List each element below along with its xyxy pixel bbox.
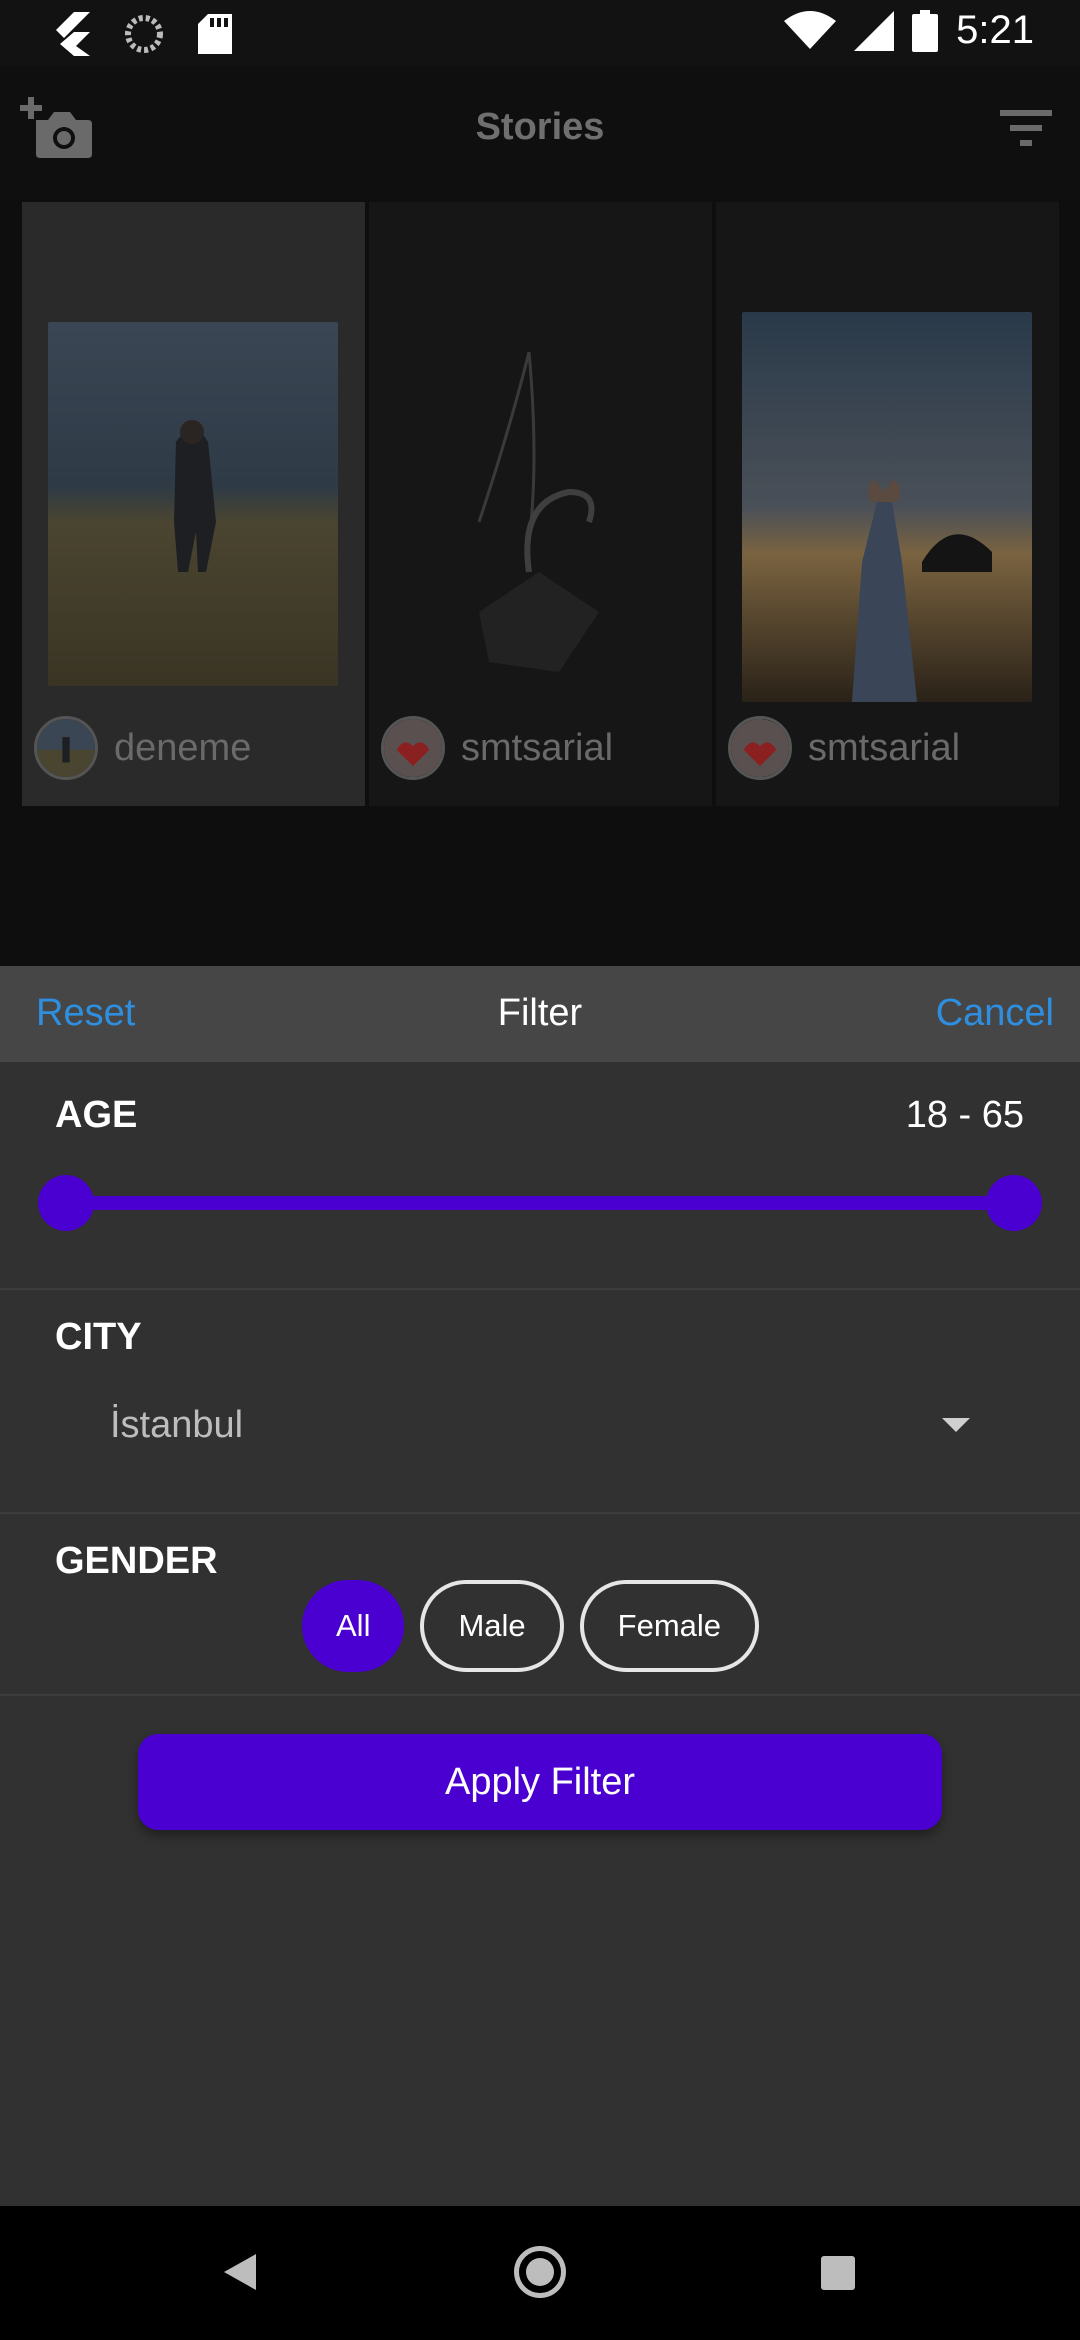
story-card[interactable]: smtsarial — [716, 202, 1059, 806]
age-label: AGE — [55, 1094, 138, 1136]
story-image — [48, 322, 338, 686]
story-image — [742, 312, 1032, 702]
city-dropdown[interactable]: İstanbul — [110, 1404, 243, 1447]
story-card[interactable]: smtsarial — [369, 202, 712, 806]
avatar — [728, 716, 792, 780]
gender-chip-group: All Male Female — [302, 1580, 760, 1672]
cell-signal-icon — [854, 10, 895, 51]
age-range-value: 18 - 65 — [905, 1094, 1024, 1136]
divider — [0, 1512, 1080, 1514]
cancel-button[interactable]: Cancel — [936, 992, 1054, 1035]
story-username: deneme — [114, 726, 252, 769]
gender-label: GENDER — [55, 1540, 218, 1582]
avatar — [381, 716, 445, 780]
divider — [0, 1694, 1080, 1696]
gender-chip-female[interactable]: Female — [579, 1580, 760, 1672]
app-bar: Stories — [0, 66, 1080, 200]
filter-sheet: Reset Filter Cancel AGE 18 - 65 CITY İst… — [0, 966, 1080, 2206]
battery-icon — [912, 9, 939, 52]
status-time: 5:21 — [956, 8, 1034, 52]
story-grid: deneme smtsarial smtsarial — [22, 202, 1059, 806]
home-icon[interactable] — [514, 2246, 566, 2298]
navigation-bar — [0, 2206, 1080, 2340]
dropdown-arrow-icon[interactable] — [942, 1418, 970, 1432]
divider — [0, 1288, 1080, 1290]
wifi-icon — [784, 10, 837, 49]
story-image — [477, 351, 599, 672]
age-range-slider-track[interactable] — [64, 1196, 1016, 1210]
status-bar: 5:21 — [0, 0, 1080, 66]
story-user: smtsarial — [728, 716, 960, 780]
sync-icon — [125, 15, 163, 53]
recents-icon[interactable] — [821, 2256, 855, 2290]
story-user: smtsarial — [381, 716, 613, 780]
gender-chip-all[interactable]: All — [302, 1580, 405, 1672]
age-min-thumb[interactable] — [38, 1175, 94, 1231]
sheet-header: Reset Filter Cancel — [0, 966, 1080, 1062]
story-user: deneme — [34, 716, 251, 780]
back-icon[interactable] — [222, 2252, 258, 2292]
sd-card-icon — [198, 14, 232, 54]
apply-filter-button[interactable]: Apply Filter — [138, 1734, 942, 1830]
story-card[interactable]: deneme — [22, 202, 365, 806]
filter-list-icon[interactable] — [1000, 106, 1052, 150]
flutter-icon — [56, 12, 90, 56]
gender-chip-male[interactable]: Male — [420, 1580, 564, 1672]
page-title: Stories — [475, 106, 605, 148]
story-username: smtsarial — [461, 726, 614, 769]
story-username: smtsarial — [808, 726, 961, 769]
sheet-title: Filter — [497, 992, 583, 1034]
age-max-thumb[interactable] — [986, 1175, 1042, 1231]
avatar — [34, 716, 98, 780]
city-label: CITY — [55, 1316, 142, 1358]
